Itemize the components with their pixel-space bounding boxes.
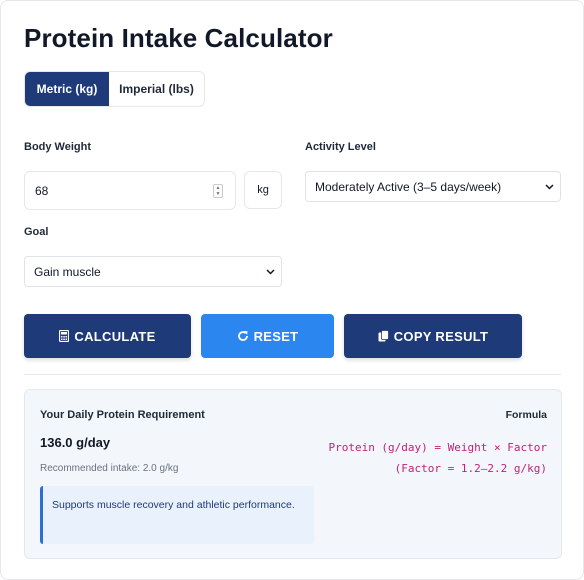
reset-label: RESET bbox=[253, 328, 299, 344]
calculator-icon bbox=[59, 330, 70, 342]
unit-toggle: Metric (kg) Imperial (lbs) bbox=[24, 71, 205, 107]
goal-note-callout: Supports muscle recovery and athletic pe… bbox=[40, 486, 314, 544]
goal-selected: Gain muscle bbox=[34, 264, 101, 279]
formula-line-2: (Factor = 1.2–2.2 g/kg) bbox=[394, 462, 547, 475]
copy-icon bbox=[378, 330, 389, 342]
activity-selected: Moderately Active (3–5 days/week) bbox=[315, 179, 502, 194]
imperial-tab[interactable]: Imperial (lbs) bbox=[109, 72, 204, 106]
weight-unit-badge: kg bbox=[244, 171, 282, 209]
reset-button[interactable]: RESET bbox=[201, 314, 334, 358]
result-panel: Your Daily Protein Requirement 136.0 g/d… bbox=[24, 389, 562, 559]
formula-heading: Formula bbox=[505, 409, 547, 421]
formula-line-1: Protein (g/day) = Weight × Factor bbox=[328, 441, 547, 454]
goal-select[interactable]: Gain muscle bbox=[24, 256, 282, 287]
goal-label: Goal bbox=[24, 226, 49, 238]
metric-tab[interactable]: Metric (kg) bbox=[25, 72, 109, 106]
recommended-intake: Recommended intake: 2.0 g/kg bbox=[40, 463, 179, 474]
weight-input[interactable]: 68 ▲ ▼ bbox=[24, 171, 236, 210]
page-title: Protein Intake Calculator bbox=[24, 23, 333, 53]
result-heading: Your Daily Protein Requirement bbox=[40, 409, 205, 421]
calculator-card: Protein Intake Calculator Metric (kg) Im… bbox=[0, 0, 584, 580]
section-divider bbox=[24, 374, 561, 375]
chevron-down-icon bbox=[266, 267, 275, 277]
spinner-down-icon[interactable]: ▼ bbox=[216, 191, 221, 197]
weight-label: Body Weight bbox=[24, 141, 92, 153]
number-spinner[interactable]: ▲ ▼ bbox=[213, 184, 223, 198]
formula-text: Protein (g/day) = Weight × Factor (Facto… bbox=[328, 437, 547, 479]
copy-result-button[interactable]: COPY RESULT bbox=[344, 314, 522, 358]
activity-select[interactable]: Moderately Active (3–5 days/week) bbox=[305, 171, 561, 202]
weight-value: 68 bbox=[35, 183, 49, 198]
result-value: 136.0 g/day bbox=[40, 435, 111, 450]
activity-label: Activity Level bbox=[305, 141, 376, 153]
refresh-icon bbox=[237, 330, 249, 342]
chevron-down-icon bbox=[545, 182, 554, 192]
copy-label: COPY RESULT bbox=[393, 328, 489, 344]
calculate-label: CALCULATE bbox=[74, 328, 156, 344]
calculate-button[interactable]: CALCULATE bbox=[24, 314, 191, 358]
